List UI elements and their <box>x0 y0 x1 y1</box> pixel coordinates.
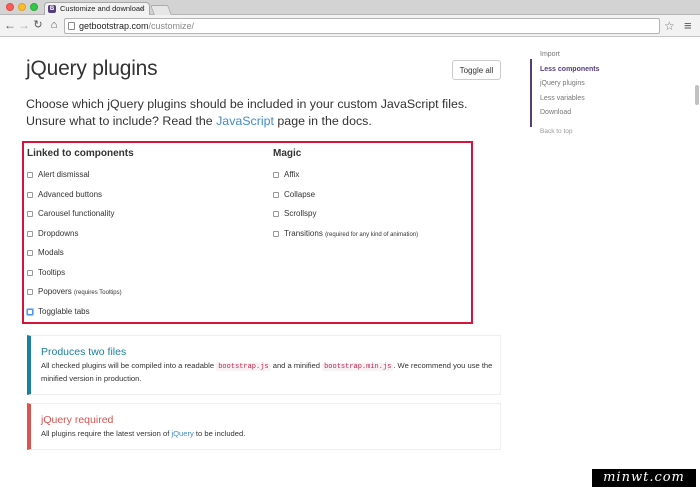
plugin-note: (required for any kind of animation) <box>325 232 419 238</box>
url-path: /customize/ <box>148 21 195 31</box>
plugin-label: Togglable tabs <box>38 307 90 316</box>
checkbox[interactable] <box>273 231 279 237</box>
checkbox[interactable] <box>27 231 33 237</box>
browser-menu-icon[interactable]: ≡ <box>684 18 692 34</box>
plugin-label: Advanced buttons <box>38 190 103 199</box>
checkbox[interactable] <box>273 172 279 178</box>
checkbox[interactable] <box>27 289 33 295</box>
window-maximize-button[interactable] <box>30 3 38 11</box>
address-bar[interactable]: getbootstrap.com/customize/ <box>64 18 660 34</box>
page-title: jQuery plugins <box>26 57 158 80</box>
sidenav-item-less-components[interactable]: Less components <box>540 66 600 73</box>
window-minimize-button[interactable] <box>18 3 26 11</box>
sidenav-item-jquery-plugins[interactable]: jQuery plugins <box>540 80 585 87</box>
home-icon[interactable]: ⌂ <box>47 18 61 32</box>
window-close-button[interactable] <box>6 3 14 11</box>
back-to-top-link[interactable]: Back to top <box>540 128 573 135</box>
callout-danger-title: jQuery required <box>41 414 114 426</box>
plugin-note: (requires Tooltips) <box>74 290 122 296</box>
code-bootstrap-min-js: bootstrap.min.js <box>322 363 394 371</box>
lead-text-end: page in the docs. <box>273 114 372 128</box>
toggle-all-button[interactable]: Toggle all <box>452 60 501 80</box>
window-titlebar: B Customize and download × <box>0 0 700 15</box>
code-bootstrap-js: bootstrap.js <box>216 363 271 371</box>
plugin-label: Transitions (required for any kind of an… <box>284 229 419 238</box>
browser-tab[interactable]: B Customize and download × <box>44 2 150 15</box>
url-host: getbootstrap.com <box>79 21 149 31</box>
checkbox[interactable] <box>273 192 279 198</box>
callout-danger-body: All plugins require the latest version o… <box>41 429 246 438</box>
sidenav-item-less-variables[interactable]: Less variables <box>540 95 585 102</box>
group-title-magic: Magic <box>273 148 302 159</box>
browser-toolbar: ← → ↻ ⌂ getbootstrap.com/customize/ <box>0 15 700 37</box>
forward-arrow-icon[interactable]: → <box>17 18 31 32</box>
plugin-label: Modals <box>38 248 64 257</box>
jquery-link[interactable]: jQuery <box>171 429 193 438</box>
plugin-label: Popovers (requires Tooltips) <box>38 287 122 296</box>
plugin-label: Carousel functionality <box>38 209 115 218</box>
active-indicator <box>530 59 532 127</box>
watermark-logo: minwt.com <box>592 469 696 487</box>
callout-info-body: All checked plugins will be compiled int… <box>41 361 493 383</box>
checkbox[interactable] <box>27 192 33 198</box>
sidenav-item-download[interactable]: Download <box>540 109 571 116</box>
checkbox-focused[interactable] <box>27 309 33 315</box>
tab-title: Customize and download <box>60 4 145 13</box>
plugin-label: Affix <box>284 170 300 179</box>
reload-icon[interactable]: ↻ <box>31 18 45 32</box>
checkbox[interactable] <box>27 270 33 276</box>
lead-paragraph: Choose which jQuery plugins should be in… <box>26 96 496 130</box>
callout-info: Produces two files All checked plugins w… <box>27 335 501 395</box>
bookmark-star-icon[interactable]: ☆ <box>664 18 675 34</box>
javascript-docs-link[interactable]: JavaScript <box>216 114 274 128</box>
plugin-label: Collapse <box>284 190 316 199</box>
group-title-components: Linked to components <box>27 148 134 159</box>
new-tab-button[interactable] <box>150 5 172 15</box>
checkbox[interactable] <box>27 250 33 256</box>
bootstrap-favicon-icon: B <box>48 5 56 13</box>
plugin-label: Scrollspy <box>284 209 317 218</box>
page-icon <box>68 22 75 30</box>
back-arrow-icon[interactable]: ← <box>3 18 17 32</box>
checkbox[interactable] <box>273 211 279 217</box>
tab-close-icon[interactable]: × <box>140 3 145 15</box>
checkbox[interactable] <box>27 211 33 217</box>
scrollbar-thumb[interactable] <box>695 85 699 105</box>
checkbox[interactable] <box>27 172 33 178</box>
callout-danger: jQuery required All plugins require the … <box>27 403 501 450</box>
plugin-label: Dropdowns <box>38 229 79 238</box>
sidenav-item-import[interactable]: Import <box>540 51 560 58</box>
callout-info-title: Produces two files <box>41 346 127 358</box>
plugin-label: Alert dismissal <box>38 170 90 179</box>
plugin-label: Tooltips <box>38 268 66 277</box>
